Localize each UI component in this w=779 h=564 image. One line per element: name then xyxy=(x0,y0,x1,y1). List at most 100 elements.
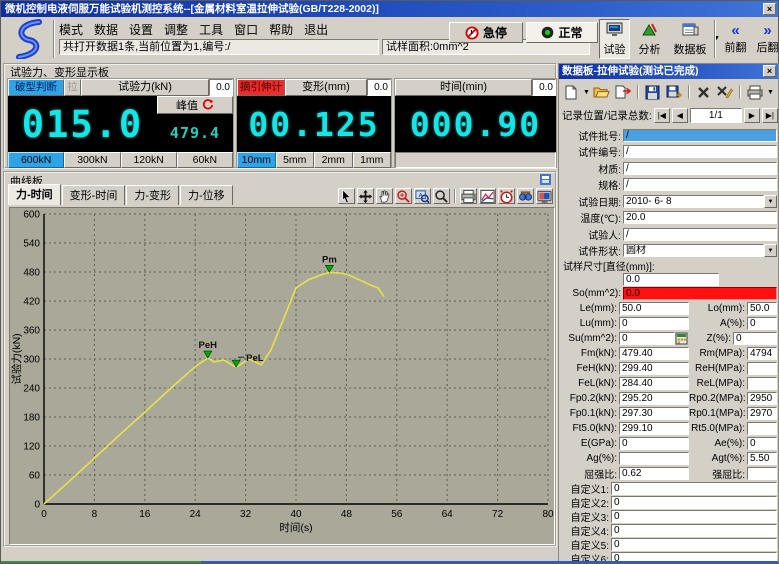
menu-item-退出[interactable]: 退出 xyxy=(304,23,328,37)
field-input-ReH(MPa)[interactable] xyxy=(747,362,777,375)
record-last-button[interactable]: ▶| xyxy=(762,108,778,123)
deform-range-2mm[interactable]: 2mm xyxy=(314,152,353,168)
print-icon[interactable] xyxy=(460,188,477,204)
field-input-试件形状[interactable]: 圆材 xyxy=(623,244,764,257)
saveas-icon[interactable] xyxy=(665,83,683,101)
force-range-600kN[interactable]: 600kN xyxy=(8,152,64,168)
break-judge-button[interactable]: 破型判断 xyxy=(8,79,64,96)
menu-item-调整[interactable]: 调整 xyxy=(164,23,188,37)
field-input-FeH(kN)[interactable]: 299.40 xyxy=(619,362,689,375)
field-input-试验日期[interactable]: 2010- 6- 8 xyxy=(623,195,764,208)
menu-item-帮助[interactable]: 帮助 xyxy=(269,23,293,37)
field-input-规格[interactable]: / xyxy=(623,178,777,191)
dropdown-arrow-icon[interactable]: ▼ xyxy=(767,89,774,96)
menu-item-工具[interactable]: 工具 xyxy=(199,23,223,37)
field-input-Su(mm^2)[interactable]: 0 xyxy=(619,332,675,345)
normal-status-button[interactable]: 正常 xyxy=(526,22,598,43)
field-input-Lu(mm)[interactable]: 0 xyxy=(619,317,689,330)
print-icon[interactable] xyxy=(746,83,764,101)
datasheet-close-icon[interactable]: × xyxy=(763,65,776,77)
field-input-Ft5.0(kN)[interactable]: 299.10 xyxy=(619,422,689,435)
dropdown-arrow-icon[interactable]: ▼ xyxy=(764,244,777,257)
peak-button[interactable]: 峰值 xyxy=(157,96,233,114)
so-input[interactable]: 0.0 xyxy=(623,287,777,300)
menu-item-模式[interactable]: 模式 xyxy=(59,23,83,37)
field-input-Fp0.1(kN)[interactable]: 297.30 xyxy=(619,407,689,420)
field-input-Agt(%)[interactable]: 5.50 xyxy=(747,452,777,465)
nav-button-后翻[interactable]: »后翻 xyxy=(752,19,779,59)
field-input-Z(%)[interactable]: 0 xyxy=(733,332,777,345)
dropdown-arrow-icon[interactable]: ▼ xyxy=(764,195,777,208)
field-input-Ae(%)[interactable]: 0 xyxy=(747,437,777,450)
zoom-in-icon[interactable] xyxy=(395,188,412,204)
display-icon[interactable] xyxy=(536,188,553,204)
field-input-Rp0.2(MPa)[interactable]: 2950 xyxy=(747,392,777,405)
calc-icon[interactable] xyxy=(675,332,689,345)
tension-button[interactable]: 拉 xyxy=(64,79,81,96)
field-input-Rt5.0(MPa)[interactable] xyxy=(747,422,777,435)
field-input-屈强比[interactable]: 0.62 xyxy=(619,467,689,480)
deform-range-5mm[interactable]: 5mm xyxy=(276,152,315,168)
delete-icon[interactable] xyxy=(695,83,713,101)
deform-range-10mm[interactable]: 10mm xyxy=(237,152,276,168)
field-input-Ag(%)[interactable] xyxy=(619,452,689,465)
deleteall-icon[interactable] xyxy=(716,83,734,101)
tab-力-变形[interactable]: 力-变形 xyxy=(126,185,179,205)
curve-options-icon[interactable] xyxy=(479,188,496,204)
tab-力-位移[interactable]: 力-位移 xyxy=(180,185,233,205)
field-input-Lo(mm)[interactable]: 50.0 xyxy=(747,302,777,315)
field-input-Le(mm)[interactable]: 50.0 xyxy=(619,302,689,315)
move-icon[interactable] xyxy=(357,188,374,204)
field-input-温度(℃)[interactable]: 20.0 xyxy=(623,211,777,224)
remove-extensometer-button[interactable]: 摘引伸计 xyxy=(237,79,285,96)
field-input-Rp0.1(MPa)[interactable]: 2970 xyxy=(747,407,777,420)
field-input-E(GPa)[interactable]: 0 xyxy=(619,437,689,450)
nav-button-试验[interactable]: 试验 xyxy=(599,19,630,59)
field-input-ReL(MPa)[interactable] xyxy=(747,377,777,390)
menu-item-窗口[interactable]: 窗口 xyxy=(234,23,258,37)
field-input-自定义5[interactable]: 0 xyxy=(611,538,777,551)
nav-button-数据板[interactable]: 数据板▼ xyxy=(668,19,712,59)
field-input-自定义3[interactable]: 0 xyxy=(611,510,777,523)
nav-button-前翻[interactable]: «前翻 xyxy=(720,19,751,59)
field-input-试验人[interactable]: / xyxy=(623,228,777,241)
record-next-button[interactable]: ▶ xyxy=(744,108,760,123)
field-input-试件编号[interactable]: / xyxy=(623,145,777,158)
deform-range-1mm[interactable]: 1mm xyxy=(353,152,392,168)
hand-icon[interactable] xyxy=(376,188,393,204)
field-input-Fp0.2(kN)[interactable]: 295.20 xyxy=(619,392,689,405)
field-input-FeL(kN)[interactable]: 284.40 xyxy=(619,377,689,390)
field-input-材质[interactable]: / xyxy=(623,162,777,175)
tab-力-时间[interactable]: 力-时间 xyxy=(8,184,61,205)
force-range-300kN[interactable]: 300kN xyxy=(64,152,120,168)
tab-变形-时间[interactable]: 变形-时间 xyxy=(62,185,126,205)
record-prev-button[interactable]: ◀ xyxy=(672,108,688,123)
search-icon[interactable] xyxy=(517,188,534,204)
force-time-chart[interactable]: 0601201802403003604204805406000816243240… xyxy=(9,207,555,545)
size-input[interactable]: 0.0 xyxy=(623,273,719,286)
zoom-icon[interactable] xyxy=(433,188,450,204)
field-input-自定义1[interactable]: 0 xyxy=(611,482,777,495)
panel-float-icon[interactable] xyxy=(540,174,551,185)
cursor-icon[interactable] xyxy=(338,188,355,204)
new-icon[interactable] xyxy=(562,83,580,101)
menu-item-数据[interactable]: 数据 xyxy=(94,23,118,37)
nav-button-分析[interactable]: 分析 xyxy=(634,19,665,59)
field-input-A(%)[interactable]: 0 xyxy=(747,317,777,330)
field-input-自定义2[interactable]: 0 xyxy=(611,496,777,509)
field-input-Rm(MPa)[interactable]: 4794 xyxy=(747,347,777,360)
force-range-60kN[interactable]: 60kN xyxy=(177,152,233,168)
menu-item-设置[interactable]: 设置 xyxy=(129,23,153,37)
dropdown-arrow-icon[interactable]: ▼ xyxy=(583,89,590,96)
record-first-button[interactable]: |◀ xyxy=(654,108,670,123)
export-icon[interactable] xyxy=(614,83,632,101)
field-input-试件批号[interactable]: / xyxy=(623,129,777,142)
zoom-window-icon[interactable]: A xyxy=(414,188,431,204)
close-icon[interactable]: × xyxy=(763,3,776,15)
open-icon[interactable] xyxy=(593,83,611,101)
field-input-自定义4[interactable]: 0 xyxy=(611,524,777,537)
force-range-120kN[interactable]: 120kN xyxy=(121,152,177,168)
timer-icon[interactable] xyxy=(498,188,515,204)
field-input-强屈比[interactable] xyxy=(747,467,777,480)
emergency-stop-button[interactable]: 急停 xyxy=(449,22,523,43)
